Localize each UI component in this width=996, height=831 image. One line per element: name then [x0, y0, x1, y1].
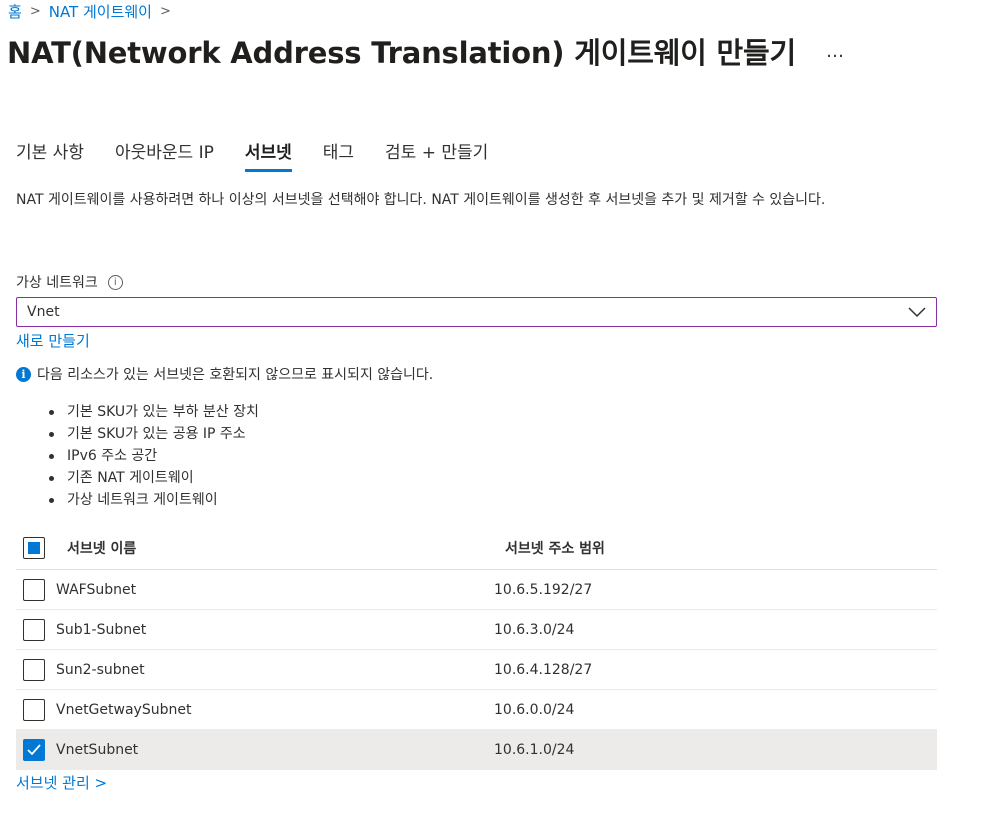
tab-bar: 기본 사항 아웃바운드 IP 서브넷 태그 검토 + 만들기	[16, 138, 519, 172]
list-item: 기본 SKU가 있는 부하 분산 장치	[47, 401, 259, 423]
table-row[interactable]: Sub1-Subnet 10.6.3.0/24	[16, 610, 937, 650]
compatibility-note: i 다음 리소스가 있는 서브넷은 호환되지 않으므로 표시되지 않습니다.	[16, 364, 433, 384]
partial-check-icon	[28, 542, 40, 554]
breadcrumb-nat-gateway[interactable]: NAT 게이트웨이	[49, 1, 152, 22]
vnet-dropdown[interactable]: Vnet	[16, 297, 937, 327]
subnet-range: 10.6.4.128/27	[494, 661, 593, 678]
tab-tags[interactable]: 태그	[323, 138, 354, 172]
table-row[interactable]: VnetSubnet 10.6.1.0/24	[16, 730, 937, 770]
tab-review-create[interactable]: 검토 + 만들기	[385, 138, 488, 172]
subnet-range: 10.6.3.0/24	[494, 621, 575, 638]
create-new-link[interactable]: 새로 만들기	[16, 330, 90, 351]
row-checkbox[interactable]	[23, 658, 45, 681]
select-all-checkbox[interactable]	[23, 537, 45, 559]
breadcrumb-home[interactable]: 홈	[8, 1, 22, 22]
list-item: 기존 NAT 게이트웨이	[47, 467, 259, 489]
table-row[interactable]: VnetGetwaySubnet 10.6.0.0/24	[16, 690, 937, 730]
subnet-range: 10.6.5.192/27	[494, 581, 593, 598]
chevron-right-icon: >	[159, 3, 171, 19]
vnet-label: 가상 네트워크	[16, 275, 98, 291]
description: NAT 게이트웨이를 사용하려면 하나 이상의 서브넷을 선택해야 합니다. N…	[16, 192, 826, 208]
subnet-name: Sun2-subnet	[56, 661, 145, 678]
note-text: 다음 리소스가 있는 서브넷은 호환되지 않으므로 표시되지 않습니다.	[37, 367, 434, 383]
subnet-table: 서브넷 이름 서브넷 주소 범위 WAFSubnet 10.6.5.192/27…	[16, 527, 937, 770]
row-checkbox[interactable]	[23, 618, 45, 641]
table-row[interactable]: WAFSubnet 10.6.5.192/27	[16, 570, 937, 610]
subnet-name: VnetGetwaySubnet	[56, 701, 192, 718]
incompatible-resource-list: 기본 SKU가 있는 부하 분산 장치 기본 SKU가 있는 공용 IP 주소 …	[47, 401, 259, 511]
tab-outbound-ip[interactable]: 아웃바운드 IP	[115, 138, 214, 172]
subnet-name: WAFSubnet	[56, 581, 137, 598]
table-row[interactable]: Sun2-subnet 10.6.4.128/27	[16, 650, 937, 690]
page-title: NAT(Network Address Translation) 게이트웨이 만…	[7, 36, 796, 70]
more-options-button[interactable]: …	[826, 41, 845, 62]
header-subnet-range: 서브넷 주소 범위	[505, 541, 605, 557]
checkmark-icon	[27, 744, 41, 756]
subnet-name: VnetSubnet	[56, 742, 139, 758]
row-checkbox[interactable]	[23, 739, 45, 761]
chevron-down-icon	[908, 307, 926, 318]
header-subnet-name: 서브넷 이름	[67, 541, 137, 557]
row-checkbox[interactable]	[23, 698, 45, 721]
list-item: 가상 네트워크 게이트웨이	[47, 489, 259, 511]
vnet-label-row: 가상 네트워크 i	[16, 272, 123, 292]
chevron-right-icon: >	[29, 3, 41, 19]
breadcrumb: 홈 > NAT 게이트웨이 >	[8, 0, 179, 22]
vnet-selected-value: Vnet	[27, 304, 60, 320]
row-checkbox[interactable]	[23, 578, 45, 601]
tab-basics[interactable]: 기본 사항	[16, 138, 84, 172]
title-row: NAT(Network Address Translation) 게이트웨이 만…	[7, 30, 845, 72]
info-icon[interactable]: i	[107, 274, 123, 290]
tab-subnet[interactable]: 서브넷	[244, 138, 292, 172]
manage-subnets-link[interactable]: 서브넷 관리 >	[16, 772, 107, 793]
list-item: IPv6 주소 공간	[47, 445, 259, 467]
subnet-range: 10.6.1.0/24	[494, 742, 575, 758]
list-item: 기본 SKU가 있는 공용 IP 주소	[47, 423, 259, 445]
subnet-range: 10.6.0.0/24	[494, 701, 575, 718]
info-filled-icon: i	[16, 366, 31, 382]
table-header: 서브넷 이름 서브넷 주소 범위	[16, 527, 937, 570]
subnet-name: Sub1-Subnet	[56, 621, 147, 638]
